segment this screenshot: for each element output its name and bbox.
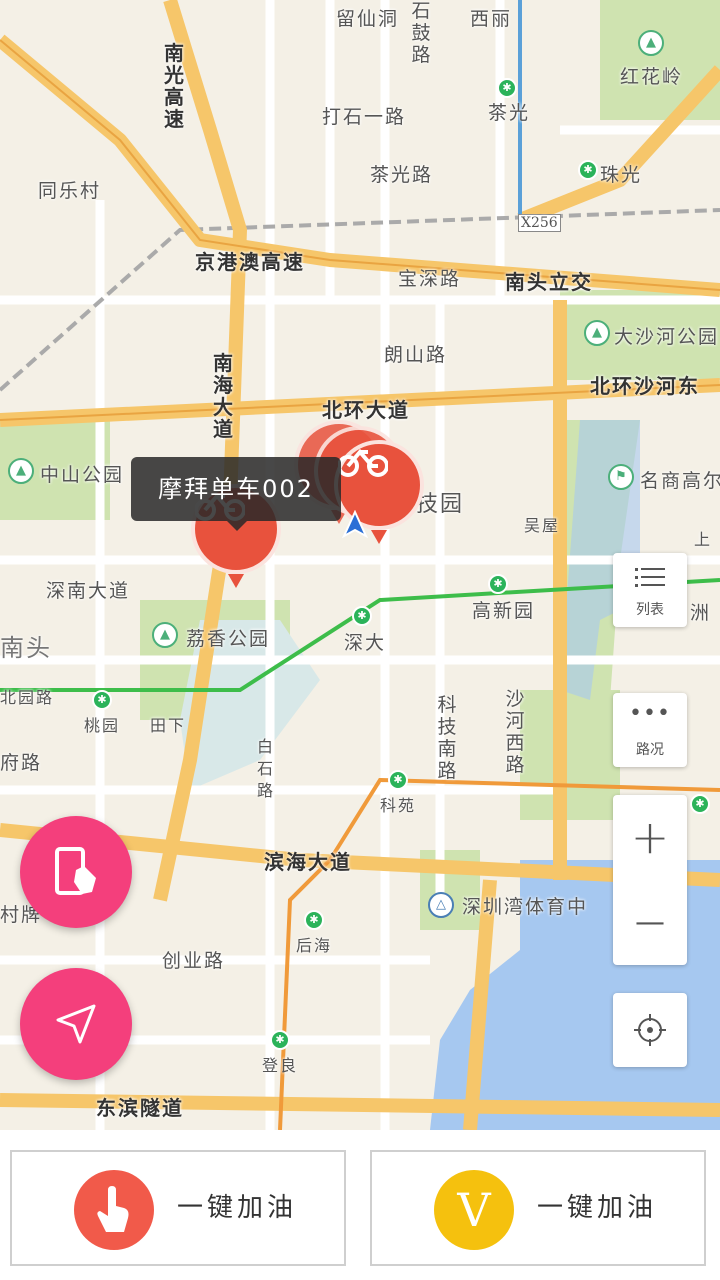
map-label: 北环沙河东 [590, 374, 700, 398]
map-label: 石鼓路 [411, 0, 431, 66]
map-label: 滨海大道 [264, 850, 352, 874]
map-label: 府路 [0, 752, 43, 774]
bike-icon [338, 448, 388, 477]
map-label: 荔香公园 [186, 628, 271, 650]
map-label: 后海 [296, 936, 333, 955]
bottom-bar: 一键加油 V 一键加油 [0, 1130, 720, 1280]
map-label: 吴屋 [524, 516, 561, 535]
map-label: 上 [694, 530, 713, 549]
map-label: 南头立交 [505, 270, 593, 294]
map-label: 珠光 [600, 164, 643, 186]
map-label: 西丽 [470, 8, 513, 30]
map-label: 南海大道 [213, 351, 233, 441]
park-icon: ▲ [152, 622, 178, 648]
list-icon [635, 568, 665, 587]
map-label: 登良 [262, 1056, 299, 1075]
map-label: 北园路 [0, 688, 55, 707]
map-label: 南光高速 [164, 41, 184, 131]
metro-station-icon [578, 160, 598, 180]
current-location-icon [342, 510, 368, 538]
map-label: 创业路 [162, 950, 226, 972]
map-label: 宝深路 [398, 268, 462, 290]
map-label: 白石路 [256, 737, 273, 800]
refuel-button-right[interactable]: V 一键加油 [370, 1150, 706, 1266]
map-label: 深南大道 [46, 580, 131, 602]
v-letter: V [457, 1183, 491, 1237]
traffic-button[interactable]: ••• 路况 [613, 693, 687, 767]
map-label: 深圳湾体育中 [462, 896, 589, 918]
metro-station-icon [388, 770, 408, 790]
phone-touch-icon [55, 847, 96, 895]
metro-station-icon [270, 1030, 290, 1050]
map-label: 朗山路 [384, 344, 448, 366]
map-label: 北环大道 [322, 398, 410, 422]
map-label: 深大 [344, 632, 387, 654]
metro-station-icon [352, 606, 372, 626]
crosshair-icon [634, 1014, 666, 1046]
scan-fab[interactable] [20, 816, 132, 928]
map-label: 留仙洞 [336, 8, 400, 30]
map-label: 中山公园 [40, 464, 125, 486]
map-label: 南头 [0, 634, 52, 662]
map-label: 同乐村 [38, 180, 102, 202]
refuel-label-right: 一键加油 [537, 1193, 658, 1223]
map-label: 科苑 [380, 796, 417, 815]
road-shield: X256 [518, 214, 561, 232]
stadium-icon: △ [428, 892, 454, 918]
flag-icon: ⚑ [608, 464, 634, 490]
tap-hand-icon [74, 1170, 154, 1250]
navigate-fab[interactable] [20, 968, 132, 1080]
park-icon: ▲ [584, 320, 610, 346]
map-label: 东滨隧道 [96, 1096, 184, 1120]
more-dots-icon: ••• [629, 701, 671, 726]
map-label: 桃园 [84, 716, 121, 735]
list-button[interactable]: 列表 [613, 553, 687, 627]
map-label: 红花岭 [620, 66, 684, 88]
zoom-out-button[interactable]: — [613, 880, 687, 965]
metro-station-icon [304, 910, 324, 930]
navigation-arrow-icon [56, 1004, 96, 1044]
map-label: 高新园 [472, 600, 536, 622]
list-button-label: 列表 [636, 602, 664, 618]
refuel-button-left[interactable]: 一键加油 [10, 1150, 346, 1266]
map-label: 洲 [690, 602, 712, 624]
park-icon: ▲ [8, 458, 34, 484]
map-label: 茶光 [488, 102, 531, 124]
zoom-in-button[interactable]: + [613, 795, 687, 880]
metro-station-icon [92, 690, 112, 710]
map-view[interactable]: 留仙洞 石鼓路 西丽 南光高速 打石一路 茶光 红花岭 同乐村 茶光路 珠光 X… [0, 0, 720, 1130]
metro-station-icon [497, 78, 517, 98]
metro-station-icon [488, 574, 508, 594]
metro-station-icon [690, 794, 710, 814]
map-label: 名商高尔 [640, 470, 720, 492]
map-label: 田下 [150, 716, 187, 735]
refuel-label-left: 一键加油 [177, 1193, 298, 1223]
zoom-control: + — [613, 795, 687, 965]
park-icon: ▲ [638, 30, 664, 56]
v-badge-icon: V [434, 1170, 514, 1250]
locate-button[interactable] [613, 993, 687, 1067]
map-label: 京港澳高速 [195, 250, 305, 274]
map-label: 科技南路 [437, 694, 457, 782]
map-label: 沙河西路 [505, 688, 525, 776]
traffic-button-label: 路况 [636, 742, 664, 758]
map-label: 茶光路 [370, 164, 434, 186]
map-label: 打石一路 [322, 106, 407, 128]
map-label: 大沙河公园 [614, 326, 720, 348]
bike-tooltip[interactable]: 摩拜单车002 [131, 457, 341, 531]
